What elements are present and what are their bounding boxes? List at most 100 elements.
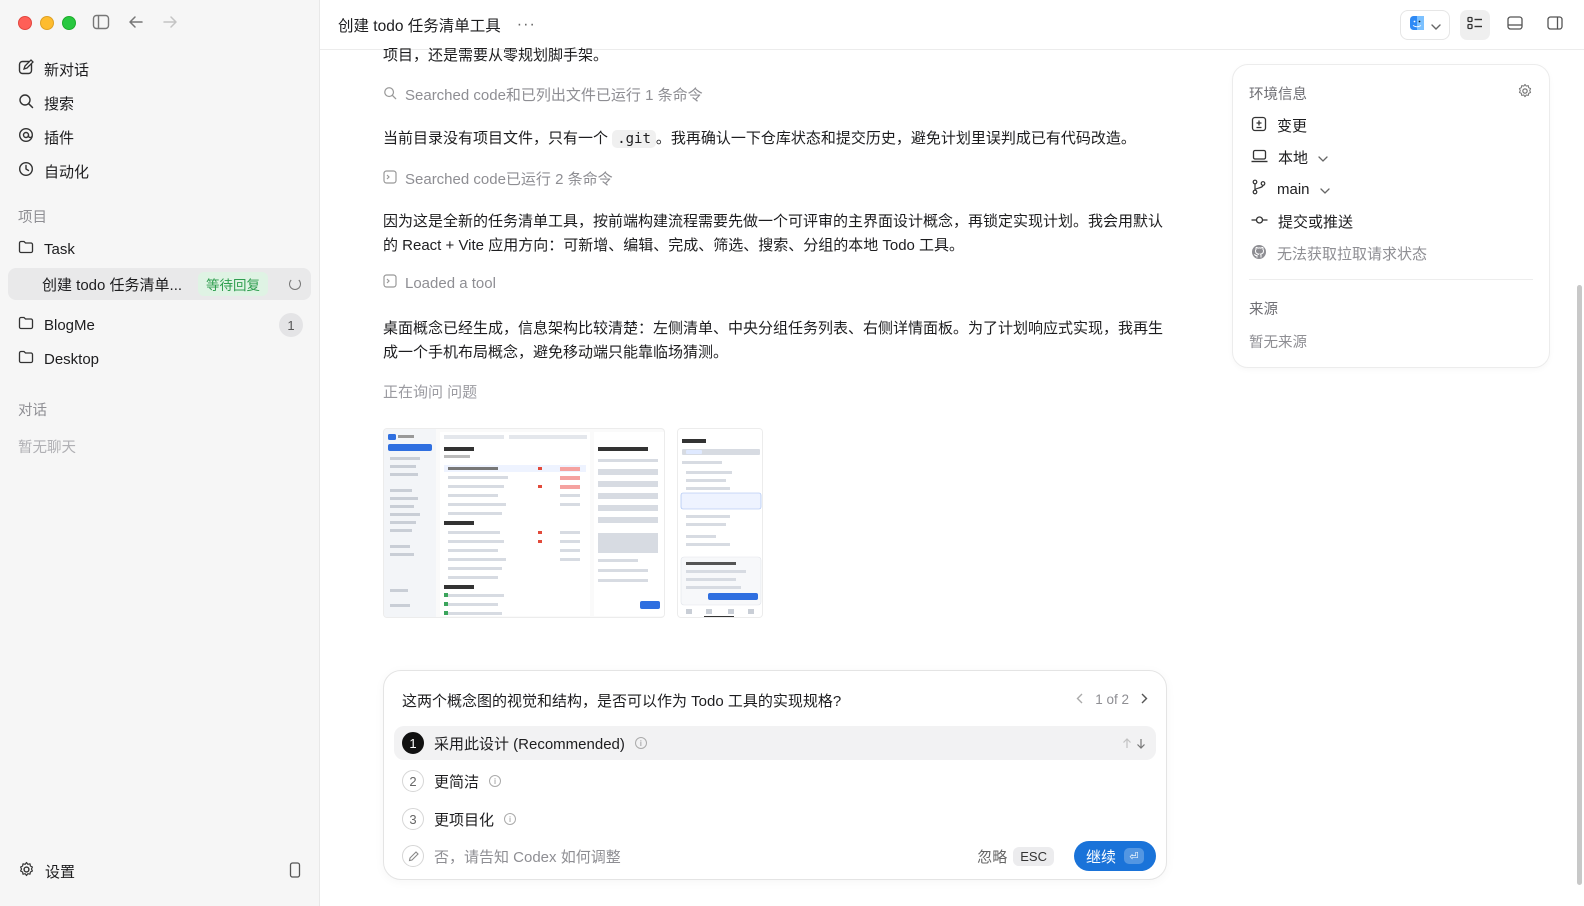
panel-title: 环境信息 [1249, 87, 1307, 103]
environment-panel: 环境信息 变更 本地 main 提交或推送 无法获取拉取请求状态 来源 暂无来源 [1232, 64, 1550, 368]
reorder-arrows-icon[interactable] [1122, 737, 1146, 749]
tool-activity-3[interactable]: Loaded a tool [383, 274, 496, 292]
ignore-label: 忽略 [977, 848, 1008, 866]
chevron-down-icon [1319, 181, 1330, 198]
checklist-icon [1467, 16, 1483, 34]
pencil-icon [402, 845, 424, 867]
back-arrow-icon[interactable] [128, 15, 144, 29]
nav-automation[interactable]: 自动化 [8, 154, 311, 188]
info-icon[interactable]: i [489, 775, 502, 787]
commit-icon [1251, 213, 1268, 230]
terminal-icon [383, 274, 397, 292]
ignore-button[interactable]: 忽略 ESC [977, 846, 1054, 867]
toggle-sidebar-icon[interactable] [92, 14, 110, 30]
sidebar-toolbar [92, 14, 178, 30]
search-icon [383, 86, 397, 104]
forward-arrow-icon[interactable] [162, 15, 178, 29]
env-row-local[interactable]: 本地 [1251, 147, 1328, 168]
env-row-commit[interactable]: 提交或推送 [1251, 211, 1353, 232]
gear-icon [18, 861, 35, 882]
tool-activity-1[interactable]: Searched code和已列出文件已运行 1 条命令 [383, 84, 703, 105]
env-row-commit-label: 提交或推送 [1278, 214, 1354, 231]
main-area: 创建 todo 任务清单工具 ··· 项目，还是需要从零规划脚手架。 Searc… [320, 0, 1584, 906]
env-row-branch[interactable]: main [1251, 179, 1330, 199]
settings-button[interactable]: 设置 [45, 861, 75, 882]
option-3-label: 更项目化 [434, 811, 495, 829]
project-item-desktop[interactable]: Desktop [8, 342, 311, 376]
branch-icon [1251, 179, 1267, 199]
source-label: 来源 [1249, 302, 1278, 318]
more-options-button[interactable]: ··· [517, 16, 536, 34]
status-badge: 等待回复 [198, 272, 269, 296]
close-window-button[interactable] [18, 16, 32, 30]
question-card: 这两个概念图的视觉和结构，是否可以作为 Todo 工具的实现规格? 1 of 2… [383, 670, 1167, 880]
compose-icon [18, 59, 34, 79]
env-row-pr-status-label: 无法获取拉取请求状态 [1277, 246, 1428, 263]
toggle-bottom-panel-button[interactable] [1500, 10, 1530, 40]
nav-plugins-label: 插件 [44, 129, 75, 147]
chevron-down-icon [1431, 17, 1441, 34]
tool-activity-3-text: Loaded a tool [405, 274, 496, 292]
info-icon[interactable]: i [634, 737, 647, 749]
phone-icon[interactable] [289, 861, 301, 882]
chevron-left-icon[interactable] [1076, 692, 1083, 707]
nav-automation-label: 自动化 [44, 163, 90, 181]
bottom-panel-icon [1507, 16, 1523, 34]
sidebar-footer: 设置 [18, 861, 301, 882]
pager-text: 1 of 2 [1095, 692, 1129, 707]
project-item-blogme-label: BlogMe [44, 316, 95, 334]
assistant-message-2: 因为这是全新的任务清单工具，按前端构建流程需要先做一个可评审的主界面设计概念，再… [383, 213, 1164, 254]
folder-icon [18, 350, 34, 368]
chats-empty-text: 暂无聊天 [18, 440, 76, 456]
option-1[interactable]: 1 采用此设计 (Recommended) i [394, 726, 1156, 760]
project-list: Task 创建 todo 任务清单... 等待回复 BlogMe 1 Deskt… [8, 232, 311, 376]
zoom-window-button[interactable] [62, 16, 76, 30]
page-title: 创建 todo 任务清单工具 [338, 17, 501, 35]
tool-activity-2-text: Searched code已运行 2 条命令 [405, 171, 613, 188]
tool-activity-1-text: Searched code和已列出文件已运行 1 条命令 [405, 87, 703, 104]
count-badge: 1 [279, 313, 303, 337]
info-icon[interactable]: i [504, 813, 517, 825]
chevron-right-icon[interactable] [1141, 692, 1148, 707]
feedback-input[interactable]: 否，请告知 Codex 如何调整 [434, 846, 621, 867]
loading-spinner-icon [289, 278, 301, 290]
project-item-task[interactable]: Task [8, 232, 311, 266]
minimize-window-button[interactable] [40, 16, 54, 30]
gear-icon[interactable] [1517, 83, 1533, 103]
tool-activity-2[interactable]: Searched code已运行 2 条命令 [383, 168, 613, 189]
nav-search[interactable]: 搜索 [8, 86, 311, 120]
continue-button[interactable]: 继续 ⏎ [1073, 841, 1156, 871]
toggle-right-panel-button[interactable] [1540, 10, 1570, 40]
option-2[interactable]: 2 更简洁 i [394, 764, 1156, 798]
folder-icon [18, 240, 34, 258]
thread-item-label: 创建 todo 任务清单... [42, 276, 183, 294]
option-2-number: 2 [402, 770, 424, 792]
feedback-row: 否，请告知 Codex 如何调整 忽略 ESC 继续 ⏎ [402, 841, 1156, 871]
toggle-env-panel-button[interactable] [1460, 10, 1490, 40]
chevron-down-icon [1318, 149, 1328, 166]
env-row-changes-label: 变更 [1277, 118, 1308, 135]
nav-search-label: 搜索 [44, 95, 75, 113]
env-row-changes[interactable]: 变更 [1251, 115, 1307, 136]
assistant-message-3: 桌面概念已经生成，信息架构比较清楚：左侧清单、中央分组任务列表、右侧详情面板。为… [383, 320, 1164, 361]
sidebar-nav: 新对话 搜索 插件 自动化 [8, 52, 311, 188]
desktop-concept-image[interactable] [383, 428, 665, 618]
thread-item-active[interactable]: 创建 todo 任务清单... 等待回复 [8, 268, 311, 300]
panel-divider [1249, 279, 1533, 280]
message-1-text-a: 当前目录没有项目文件，只有一个 [383, 130, 609, 147]
inline-code: .git [612, 130, 656, 148]
project-item-blogme[interactable]: BlogMe 1 [8, 308, 311, 342]
assistant-message-1: 当前目录没有项目文件，只有一个 .git 。我再确认一下仓库状态和提交历史，避免计… [383, 127, 1173, 151]
plugin-icon [18, 127, 34, 147]
source-empty-text: 暂无来源 [1249, 335, 1307, 351]
search-icon [18, 93, 34, 113]
header-bar: 创建 todo 任务清单工具 ··· [320, 0, 1584, 50]
nav-plugins[interactable]: 插件 [8, 120, 311, 154]
scrollbar[interactable] [1577, 285, 1582, 885]
option-3-number: 3 [402, 808, 424, 830]
open-in-app-button[interactable] [1400, 10, 1450, 40]
mobile-concept-image[interactable] [677, 428, 763, 618]
option-1-number: 1 [402, 732, 424, 754]
nav-new-chat[interactable]: 新对话 [8, 52, 311, 86]
option-3[interactable]: 3 更项目化 i [394, 802, 1156, 836]
